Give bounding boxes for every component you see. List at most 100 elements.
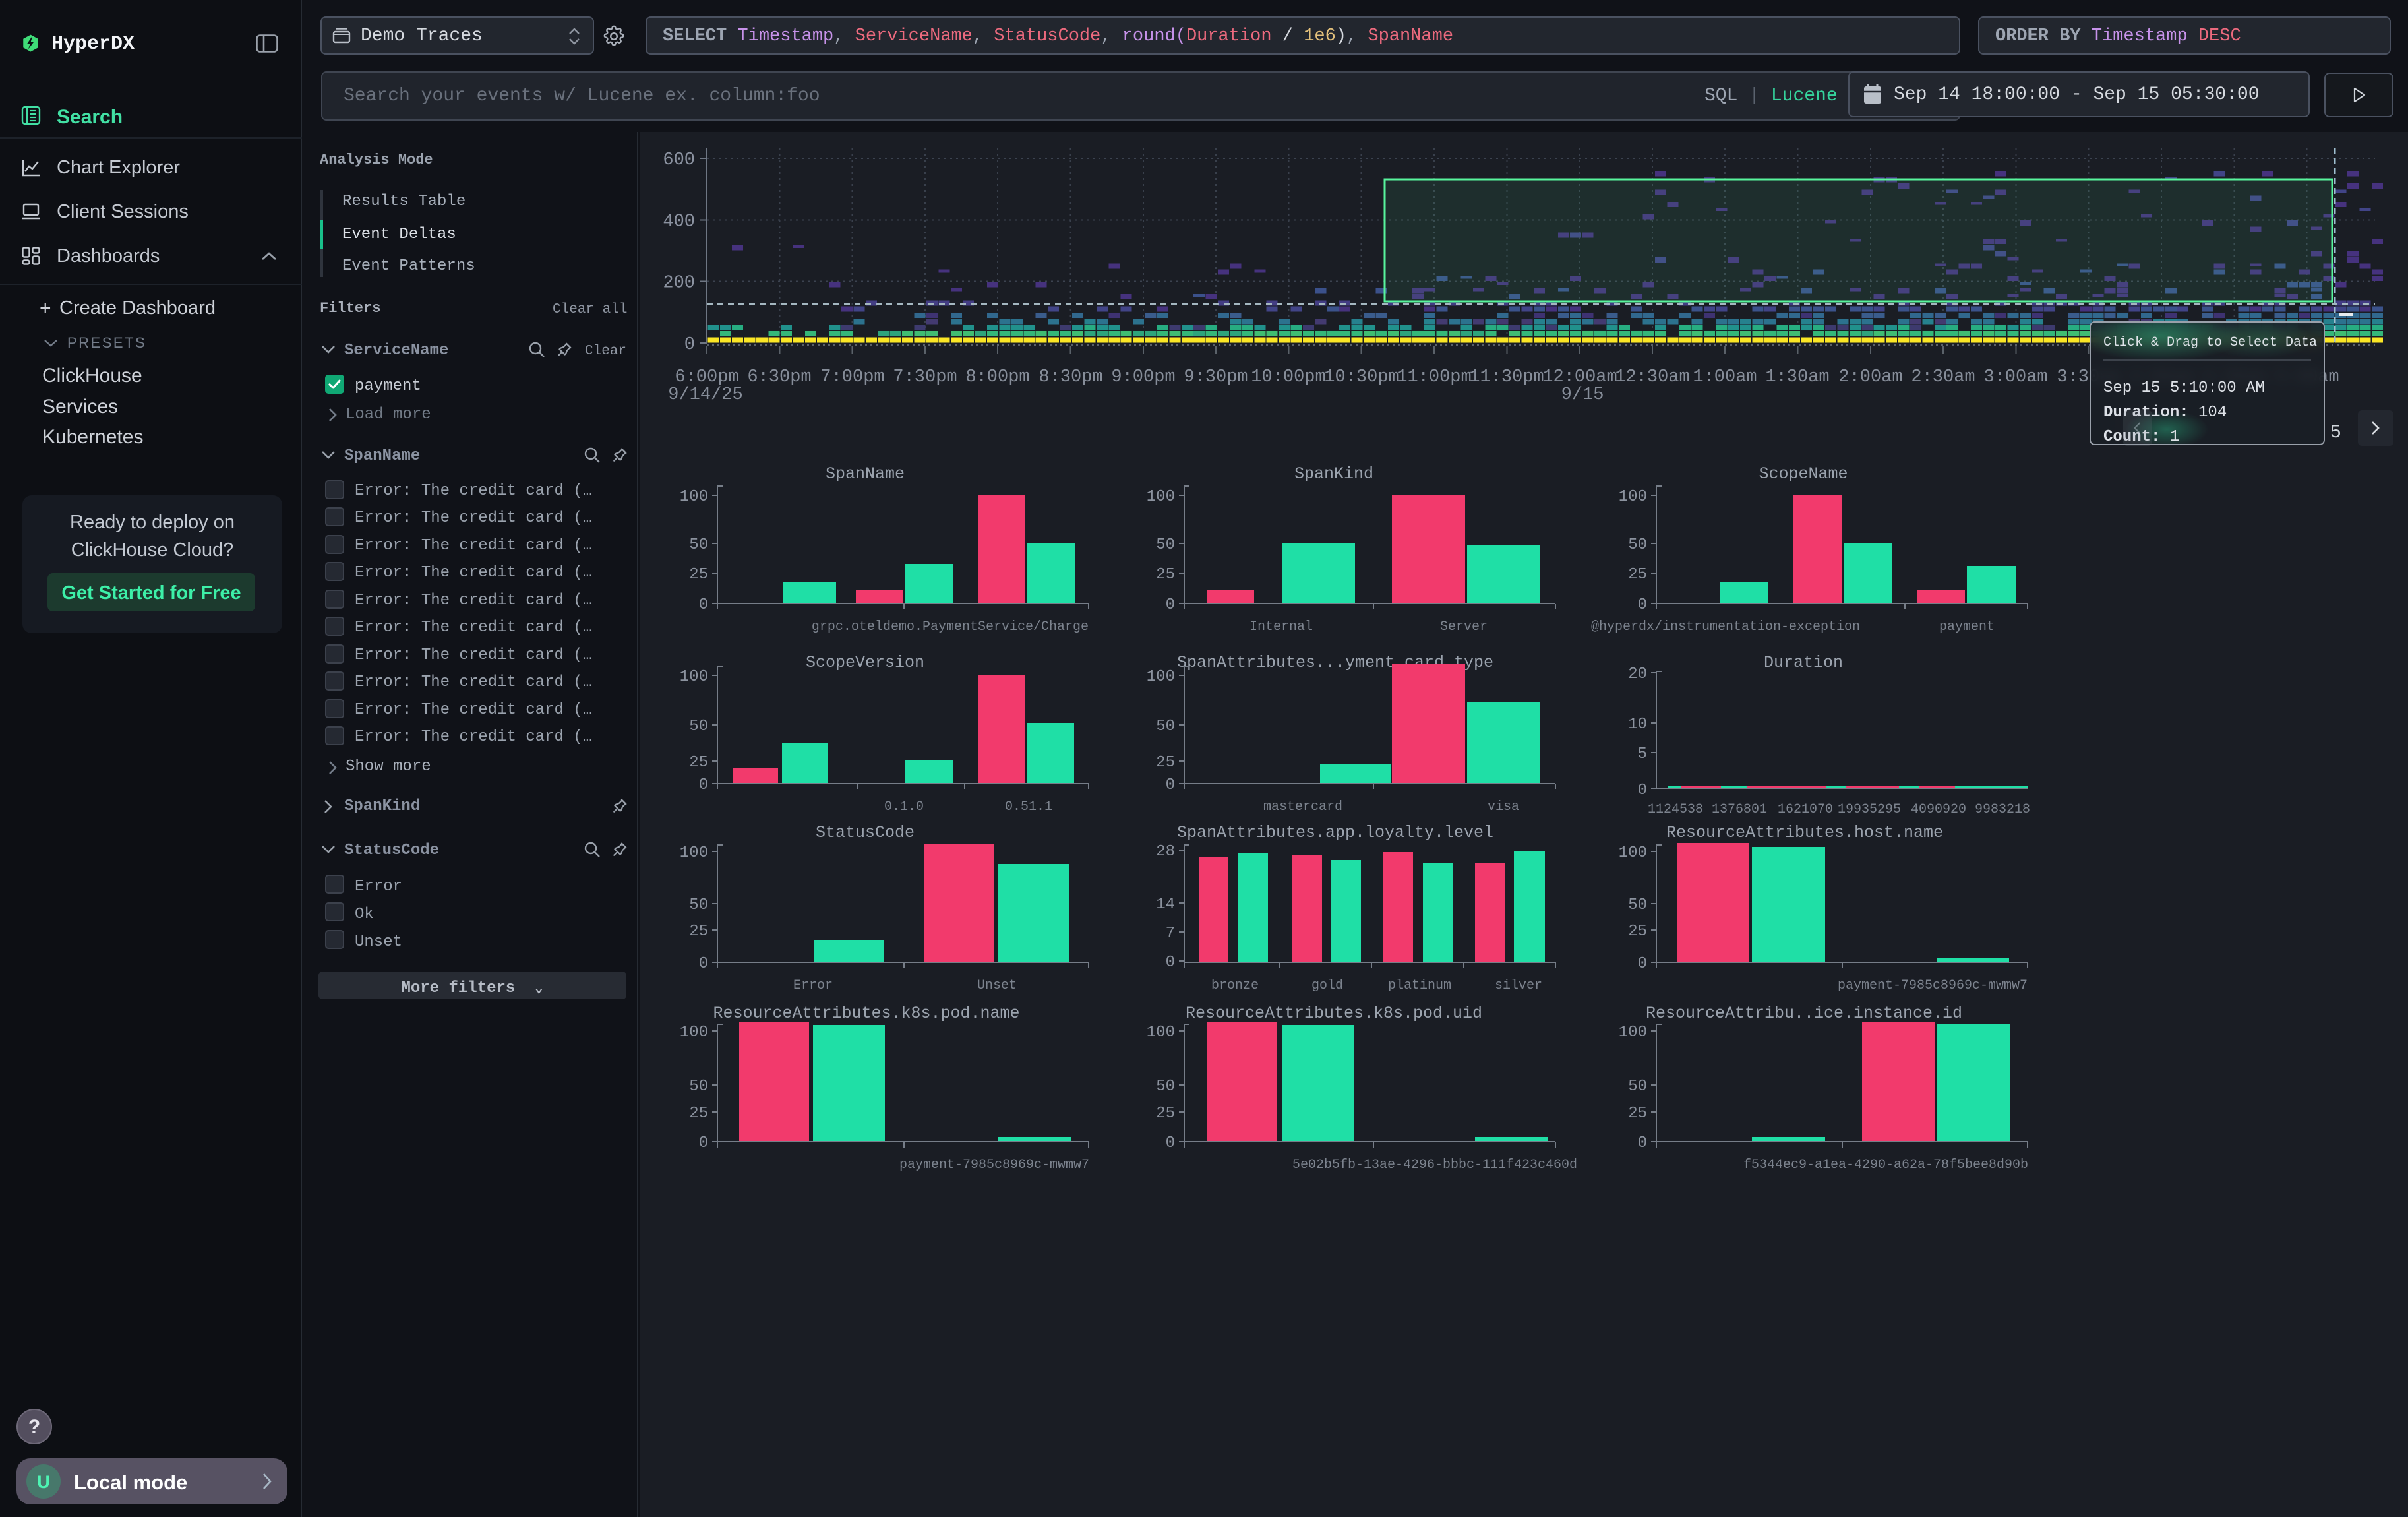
svg-text:platinum: platinum xyxy=(1388,978,1451,993)
svg-text:SpanKind: SpanKind xyxy=(1294,464,1373,483)
svg-text:Server: Server xyxy=(1440,619,1488,635)
svg-text:11:00pm: 11:00pm xyxy=(1397,367,1471,387)
svg-text:payment-7985c8969c-mwmw7: payment-7985c8969c-mwmw7 xyxy=(1838,978,2028,993)
svg-text:0: 0 xyxy=(699,596,708,614)
svg-text:7:30pm: 7:30pm xyxy=(893,367,957,387)
svg-text:25: 25 xyxy=(1156,1105,1175,1123)
svg-text:9/15: 9/15 xyxy=(1561,385,1604,405)
svg-text:50: 50 xyxy=(689,536,708,554)
svg-text:SpanAttributes.app.loyalty.lev: SpanAttributes.app.loyalty.level xyxy=(1177,823,1493,842)
svg-text:StatusCode: StatusCode xyxy=(816,823,915,842)
svg-text:4090920: 4090920 xyxy=(1911,802,1966,817)
svg-text:25: 25 xyxy=(1628,566,1647,584)
svg-text:0: 0 xyxy=(1638,782,1647,799)
svg-text:100: 100 xyxy=(1147,668,1175,686)
svg-text:100: 100 xyxy=(1147,1024,1175,1041)
svg-text:14: 14 xyxy=(1156,896,1175,913)
svg-text:8:00pm: 8:00pm xyxy=(965,367,1029,387)
svg-text:bronze: bronze xyxy=(1211,978,1259,993)
svg-text:50: 50 xyxy=(1156,1078,1175,1096)
svg-text:25: 25 xyxy=(689,923,708,941)
svg-text:100: 100 xyxy=(1147,488,1175,506)
svg-text:Internal: Internal xyxy=(1249,619,1313,635)
svg-text:1124538: 1124538 xyxy=(1648,802,1703,817)
svg-text:50: 50 xyxy=(1628,536,1647,554)
svg-text:0: 0 xyxy=(1166,1134,1175,1152)
svg-text:SpanName: SpanName xyxy=(826,464,905,483)
svg-text:600: 600 xyxy=(663,150,695,170)
svg-text:50: 50 xyxy=(1628,1078,1647,1096)
svg-text:0: 0 xyxy=(699,955,708,973)
svg-text:100: 100 xyxy=(680,1024,708,1041)
svg-text:ScopeVersion: ScopeVersion xyxy=(806,653,924,672)
svg-text:25: 25 xyxy=(1156,566,1175,584)
svg-text:7: 7 xyxy=(1166,925,1175,943)
svg-text:Duration: Duration xyxy=(1764,653,1843,672)
svg-text:400: 400 xyxy=(663,212,695,232)
svg-text:200: 200 xyxy=(663,274,695,294)
svg-text:0: 0 xyxy=(1638,596,1647,614)
svg-text:0: 0 xyxy=(699,1134,708,1152)
svg-text:2:00am: 2:00am xyxy=(1838,367,1902,387)
svg-text:silver: silver xyxy=(1495,978,1542,993)
svg-text:1621070: 1621070 xyxy=(1778,802,1833,817)
svg-text:25: 25 xyxy=(1628,923,1647,941)
svg-text:50: 50 xyxy=(1628,896,1647,914)
svg-text:50: 50 xyxy=(1156,536,1175,554)
svg-text:ResourceAttributes.k8s.pod.nam: ResourceAttributes.k8s.pod.name xyxy=(713,1004,1019,1023)
svg-text:50: 50 xyxy=(689,1078,708,1096)
svg-text:8:30pm: 8:30pm xyxy=(1038,367,1102,387)
svg-text:9:30pm: 9:30pm xyxy=(1184,367,1248,387)
svg-text:0.51.1: 0.51.1 xyxy=(1005,799,1052,815)
svg-text:25: 25 xyxy=(1628,1105,1647,1123)
svg-text:0: 0 xyxy=(1166,596,1175,614)
svg-text:9983218: 9983218 xyxy=(1975,802,2030,817)
svg-text:100: 100 xyxy=(1619,488,1647,506)
svg-text:Error: Error xyxy=(793,978,833,993)
svg-text:payment-7985c8969c-mwmw7: payment-7985c8969c-mwmw7 xyxy=(899,1158,1089,1173)
svg-text:28: 28 xyxy=(1156,843,1175,861)
svg-text:7:00pm: 7:00pm xyxy=(820,367,884,387)
svg-text:0.1.0: 0.1.0 xyxy=(884,799,924,815)
svg-text:50: 50 xyxy=(1156,718,1175,735)
svg-text:20: 20 xyxy=(1628,666,1647,683)
svg-text:25: 25 xyxy=(689,1105,708,1123)
svg-text:12:30am: 12:30am xyxy=(1615,367,1689,387)
svg-text:3:00am: 3:00am xyxy=(1983,367,2047,387)
svg-text:5e02b5fb-13ae-4296-bbbc-111f42: 5e02b5fb-13ae-4296-bbbc-111f423c460d xyxy=(1292,1158,1577,1173)
svg-text:5: 5 xyxy=(1638,745,1647,763)
svg-text:@hyperdx/instrumentation-excep: @hyperdx/instrumentation-exception xyxy=(1591,619,1860,635)
svg-text:1:30am: 1:30am xyxy=(1765,367,1829,387)
svg-text:Unset: Unset xyxy=(977,978,1017,993)
svg-text:10:00pm: 10:00pm xyxy=(1251,367,1325,387)
svg-text:25: 25 xyxy=(689,566,708,584)
svg-text:gold: gold xyxy=(1311,978,1343,993)
svg-text:25: 25 xyxy=(689,754,708,772)
svg-text:11:30pm: 11:30pm xyxy=(1469,367,1544,387)
svg-text:100: 100 xyxy=(680,844,708,862)
svg-text:6:00pm: 6:00pm xyxy=(675,367,738,387)
svg-text:12:00am: 12:00am xyxy=(1542,367,1617,387)
svg-text:25: 25 xyxy=(1156,754,1175,772)
svg-text:100: 100 xyxy=(680,488,708,506)
svg-text:9/14/25: 9/14/25 xyxy=(668,385,742,405)
svg-text:f5344ec9-a1ea-4290-a62a-78f5be: f5344ec9-a1ea-4290-a62a-78f5bee8d90b xyxy=(1743,1158,2028,1173)
svg-text:0: 0 xyxy=(1638,955,1647,973)
svg-text:100: 100 xyxy=(1619,844,1647,862)
svg-text:payment: payment xyxy=(1939,619,1995,635)
svg-text:2:30am: 2:30am xyxy=(1911,367,1975,387)
svg-text:0: 0 xyxy=(684,335,695,355)
svg-text:1:00am: 1:00am xyxy=(1693,367,1757,387)
svg-text:ResourceAttribu..ice.instance.: ResourceAttribu..ice.instance.id xyxy=(1646,1004,1962,1023)
svg-text:ScopeName: ScopeName xyxy=(1759,464,1848,483)
svg-text:50: 50 xyxy=(689,718,708,735)
svg-text:visa: visa xyxy=(1488,799,1519,815)
svg-text:ResourceAttributes.k8s.pod.uid: ResourceAttributes.k8s.pod.uid xyxy=(1186,1004,1482,1023)
svg-text:100: 100 xyxy=(680,668,708,686)
svg-text:grpc.oteldemo.PaymentService/C: grpc.oteldemo.PaymentService/Charge xyxy=(812,619,1089,635)
svg-text:1376801: 1376801 xyxy=(1712,802,1767,817)
svg-text:0: 0 xyxy=(1166,954,1175,972)
svg-text:10:30pm: 10:30pm xyxy=(1324,367,1399,387)
svg-text:10: 10 xyxy=(1628,716,1647,733)
svg-text:0: 0 xyxy=(699,776,708,794)
